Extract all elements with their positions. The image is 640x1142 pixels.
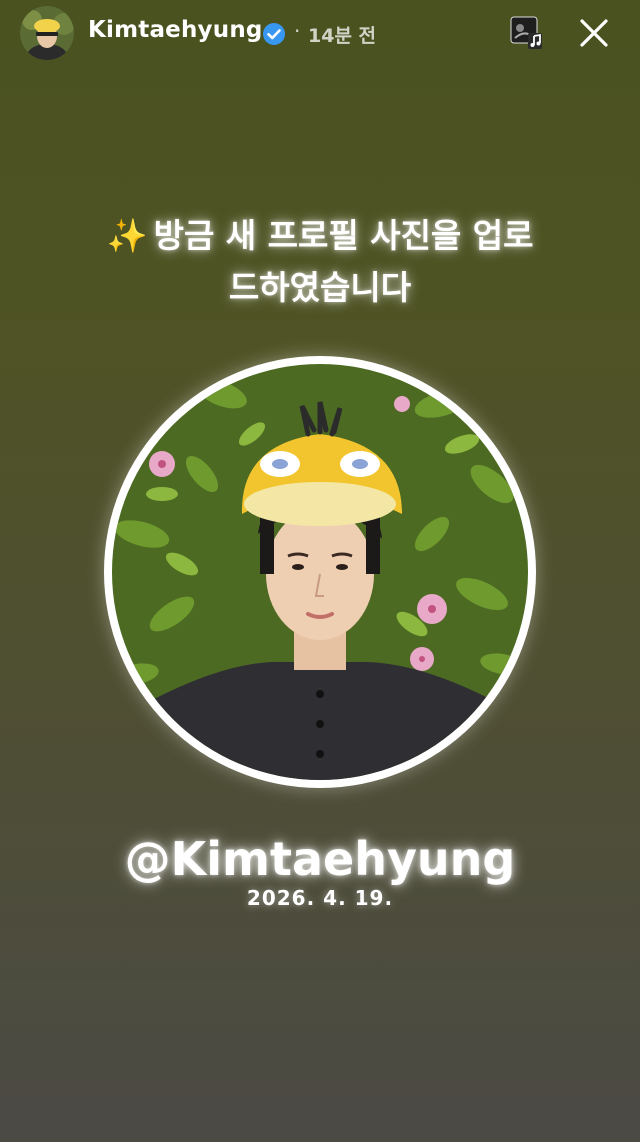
music-note-icon[interactable] bbox=[510, 16, 544, 50]
profile-picture-frame bbox=[104, 356, 536, 788]
caption-line-1: ✨ 방금 새 프로필 사진을 업로 bbox=[60, 210, 580, 262]
username[interactable]: Kimtaehyung bbox=[88, 17, 263, 43]
post-time: 14분 전 bbox=[308, 25, 377, 47]
story-viewer[interactable]: Kimtaehyung · 14분 전 ✨ 방금 새 프로필 사진을 업로 드하… bbox=[0, 0, 640, 1142]
caption-text-1: 방금 새 프로필 사진을 업로 bbox=[153, 216, 534, 255]
story-caption: ✨ 방금 새 프로필 사진을 업로 드하였습니다 bbox=[60, 210, 580, 314]
profile-date: 2026. 4. 19. bbox=[246, 886, 394, 910]
profile-handle[interactable]: @Kimtaehyung bbox=[0, 832, 640, 886]
verified-badge-icon bbox=[262, 22, 286, 46]
user-avatar[interactable] bbox=[20, 6, 74, 60]
caption-line-2: 드하였습니다 bbox=[228, 268, 412, 307]
sparkles-icon: ✨ bbox=[106, 216, 148, 255]
story-header: Kimtaehyung · 14분 전 bbox=[0, 0, 640, 68]
close-icon[interactable] bbox=[577, 16, 611, 50]
separator-dot: · bbox=[294, 19, 301, 43]
profile-picture bbox=[112, 364, 528, 780]
